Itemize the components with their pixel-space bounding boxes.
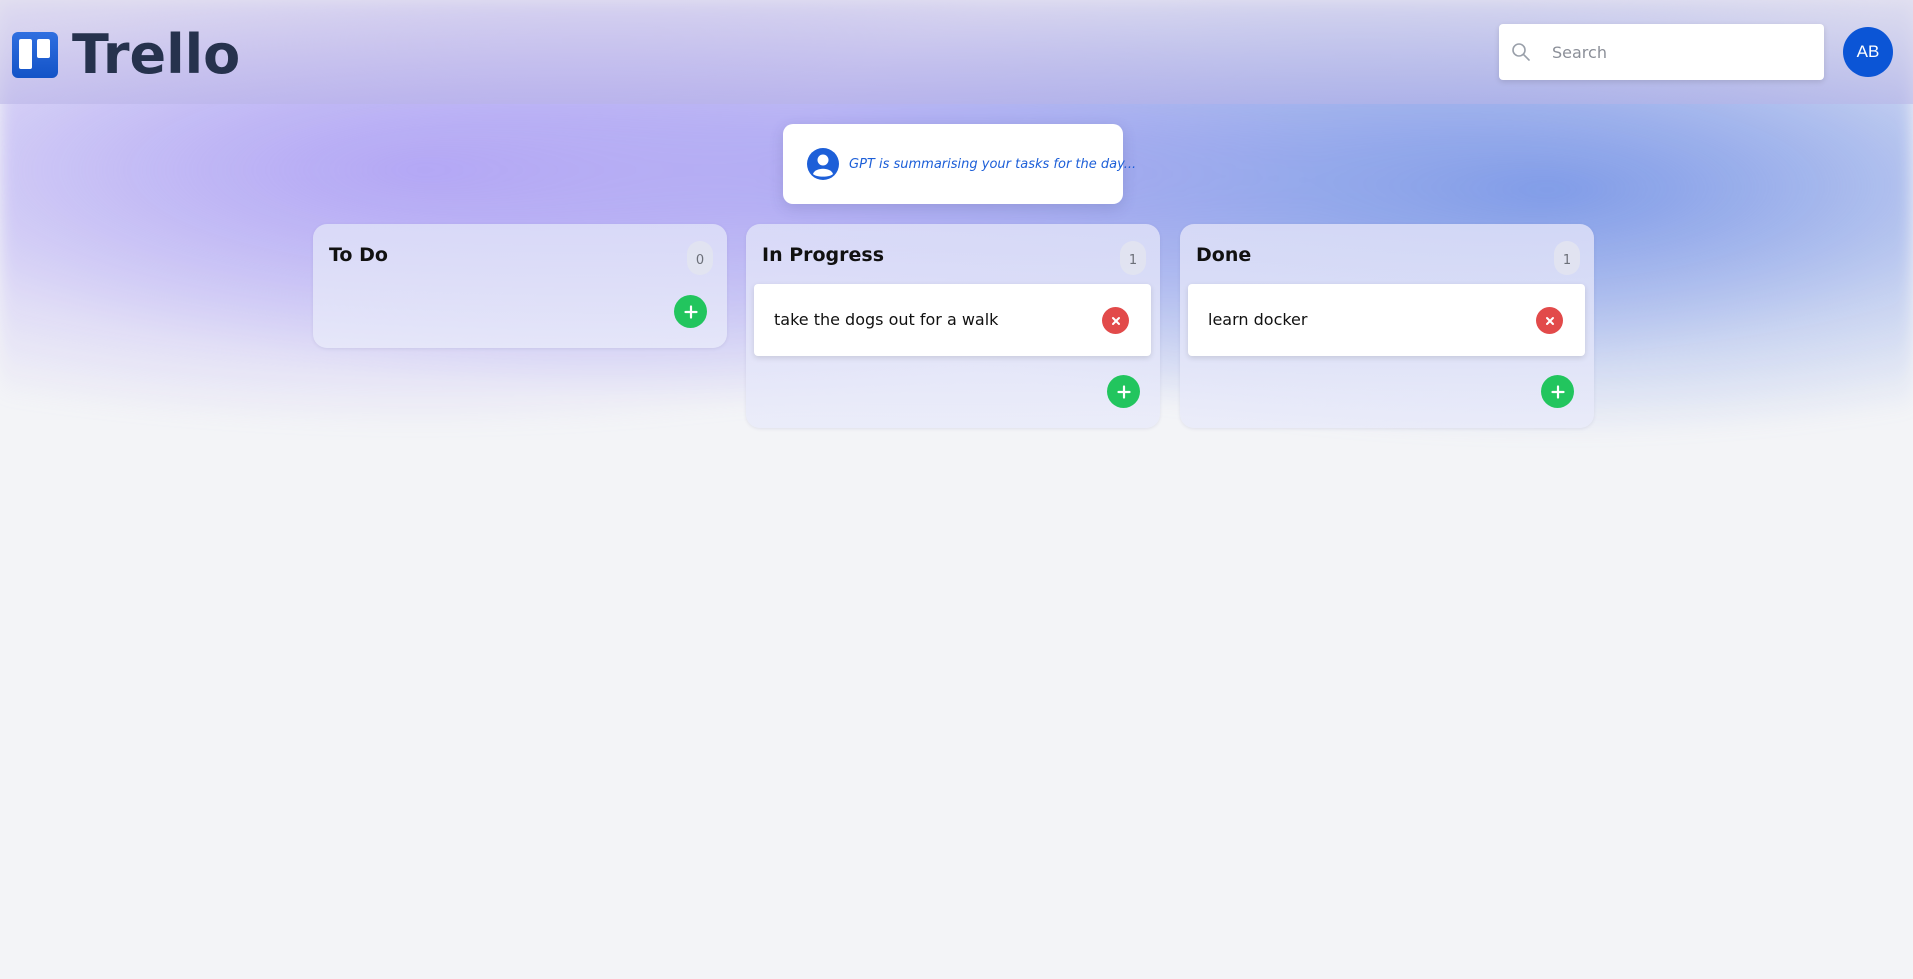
remove-card-button[interactable] [1102,307,1129,334]
remove-card-button[interactable] [1536,307,1563,334]
app-header: Trello AB [0,0,1913,104]
plus-icon [1550,384,1565,399]
todo-card-text: take the dogs out for a walk [774,310,999,329]
search-bar [1499,24,1824,80]
column-count-badge: 1 [1554,241,1580,275]
column-in-progress: In Progress 1 take the dogs out for a wa… [746,224,1160,428]
user-avatar[interactable]: AB [1843,27,1893,77]
add-done-button[interactable] [1541,375,1574,408]
todo-card[interactable]: take the dogs out for a walk [754,284,1151,356]
search-icon [1510,41,1532,63]
add-in-progress-button[interactable] [1107,375,1140,408]
trello-logo-icon [12,32,58,78]
close-icon [1111,316,1120,325]
search-input[interactable] [1552,42,1812,62]
user-circle-icon [806,147,840,181]
plus-icon [683,304,698,319]
todo-card-text: learn docker [1208,310,1308,329]
todo-card[interactable]: learn docker [1188,284,1585,356]
column-todo: To Do 0 [313,224,727,348]
column-count-badge: 0 [687,241,713,275]
logo-text: Trello [72,23,241,86]
column-done: Done 1 learn docker [1180,224,1594,428]
add-todo-button[interactable] [674,295,707,328]
column-title: In Progress [762,244,885,266]
gpt-summary-box: GPT is summarising your tasks for the da… [783,124,1136,204]
gpt-summary-text: GPT is summarising your tasks for the da… [849,156,1137,172]
plus-icon [1116,384,1131,399]
close-icon [1545,316,1554,325]
trello-logo[interactable]: Trello [12,28,240,82]
column-title: Done [1196,244,1252,266]
column-count-badge: 1 [1120,241,1146,275]
column-title: To Do [329,244,388,266]
